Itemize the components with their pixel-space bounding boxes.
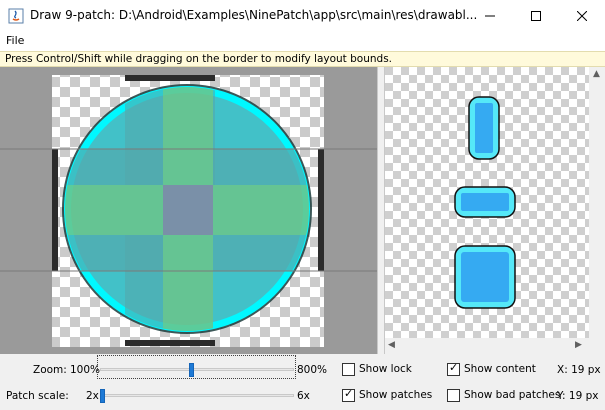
bottom-content-marker[interactable]	[125, 340, 215, 346]
right-content-marker[interactable]	[318, 149, 324, 271]
zoom-slider-track[interactable]	[100, 368, 294, 371]
y-coordinate-readout: Y: 19 px	[557, 390, 599, 402]
maximize-button[interactable]	[513, 0, 559, 31]
top-stretch-marker[interactable]	[125, 75, 215, 81]
x-coordinate-readout: X: 19 px	[557, 364, 601, 376]
close-button[interactable]	[559, 0, 605, 31]
both-stretch-preview	[454, 245, 516, 309]
zoom-label: Zoom:	[33, 364, 67, 376]
minimize-icon	[485, 15, 495, 16]
vertical-stretch-preview	[468, 96, 500, 160]
preview-horizontal-scrollbar[interactable]: ◀ ▶	[385, 338, 605, 354]
menu-file[interactable]: File	[6, 34, 24, 47]
window-title: Draw 9-patch: D:\Android\Examples\NinePa…	[30, 8, 478, 22]
scroll-up-icon[interactable]: ▲	[593, 69, 600, 79]
patch-scale-min-label: 2x	[86, 390, 99, 402]
patch-scale-slider[interactable]	[100, 386, 294, 406]
patch-scale-label: Patch scale:	[6, 390, 69, 402]
show-patches-checkbox[interactable]: ✓	[342, 387, 355, 402]
patch-scale-max-label: 6x	[297, 390, 310, 402]
horizontal-stretch-preview	[454, 186, 516, 218]
java-app-icon	[8, 8, 24, 24]
zoom-min-label: 100%	[70, 364, 101, 376]
patch-scale-slider-track[interactable]	[100, 394, 294, 397]
menu-bar: File	[0, 31, 605, 51]
zoom-slider-thumb[interactable]	[189, 363, 194, 377]
preview-pane	[385, 67, 605, 354]
scroll-right-icon[interactable]: ▶	[575, 340, 582, 350]
show-content-label[interactable]: Show content	[464, 363, 536, 375]
controls-panel: Zoom: 100% 800% Patch scale: 2x 6x Show …	[0, 354, 605, 410]
close-icon	[577, 10, 587, 21]
split-divider[interactable]	[377, 67, 385, 354]
show-patches-label[interactable]: Show patches	[359, 389, 432, 401]
show-content-checkbox[interactable]: ✓	[447, 361, 460, 376]
maximize-icon	[531, 10, 541, 21]
show-lock-checkbox[interactable]	[342, 363, 355, 376]
preview-vertical-scrollbar[interactable]: ▲	[589, 67, 605, 345]
zoom-max-label: 800%	[297, 364, 328, 376]
scroll-left-icon[interactable]: ◀	[388, 340, 395, 350]
stretch-previews	[385, 67, 605, 354]
hint-text: Press Control/Shift while dragging on th…	[5, 53, 392, 65]
checkmark-icon: ✓	[344, 387, 354, 400]
checkmark-icon: ✓	[449, 361, 459, 374]
hint-bar: Press Control/Shift while dragging on th…	[0, 51, 605, 67]
show-lock-label[interactable]: Show lock	[359, 363, 412, 375]
title-bar: Draw 9-patch: D:\Android\Examples\NinePa…	[0, 0, 605, 31]
patch-scale-slider-thumb[interactable]	[100, 389, 105, 403]
nine-patch-image[interactable]	[0, 67, 377, 354]
show-bad-patches-label[interactable]: Show bad patches	[464, 389, 560, 401]
patch-editor-canvas[interactable]	[0, 67, 377, 354]
minimize-button[interactable]	[467, 0, 513, 31]
show-bad-patches-checkbox[interactable]	[447, 389, 460, 402]
left-stretch-marker[interactable]	[52, 149, 58, 271]
zoom-slider[interactable]	[100, 360, 294, 380]
